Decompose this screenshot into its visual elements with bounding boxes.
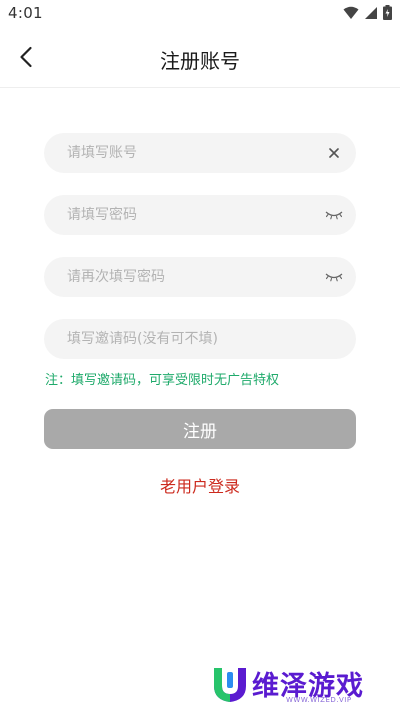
nav-bar: 注册账号 [0,26,400,88]
password-field [44,195,356,235]
signal-icon [365,6,377,19]
existing-user-login-link[interactable]: 老用户登录 [0,473,400,497]
status-icons [343,5,392,20]
invite-code-field [44,319,356,359]
confirm-password-visibility-toggle[interactable] [324,267,344,287]
account-input[interactable] [44,133,356,173]
status-time: 4:01 [8,4,43,22]
close-icon [329,148,339,158]
watermark-subtext: WWW.WIZED.VIP [286,696,352,704]
watermark-logo-icon [214,668,246,702]
confirm-password-input[interactable] [44,257,356,297]
register-button[interactable]: 注册 [44,409,356,449]
battery-icon [383,5,392,20]
invite-hint-text: 注：填写邀请码，可享受限时无广告特权 [45,373,280,388]
eye-closed-icon [325,273,343,282]
status-bar: 4:01 [0,0,400,26]
password-visibility-toggle[interactable] [324,205,344,225]
watermark: 维泽游戏 WWW.WIZED.VIP [210,662,395,708]
account-field [44,133,356,173]
page-title: 注册账号 [160,49,240,73]
confirm-password-field [44,257,356,297]
invite-code-input[interactable] [44,319,356,359]
password-input[interactable] [44,195,356,235]
wifi-icon [343,6,359,19]
eye-closed-icon [325,211,343,220]
clear-account-button[interactable] [324,143,344,163]
